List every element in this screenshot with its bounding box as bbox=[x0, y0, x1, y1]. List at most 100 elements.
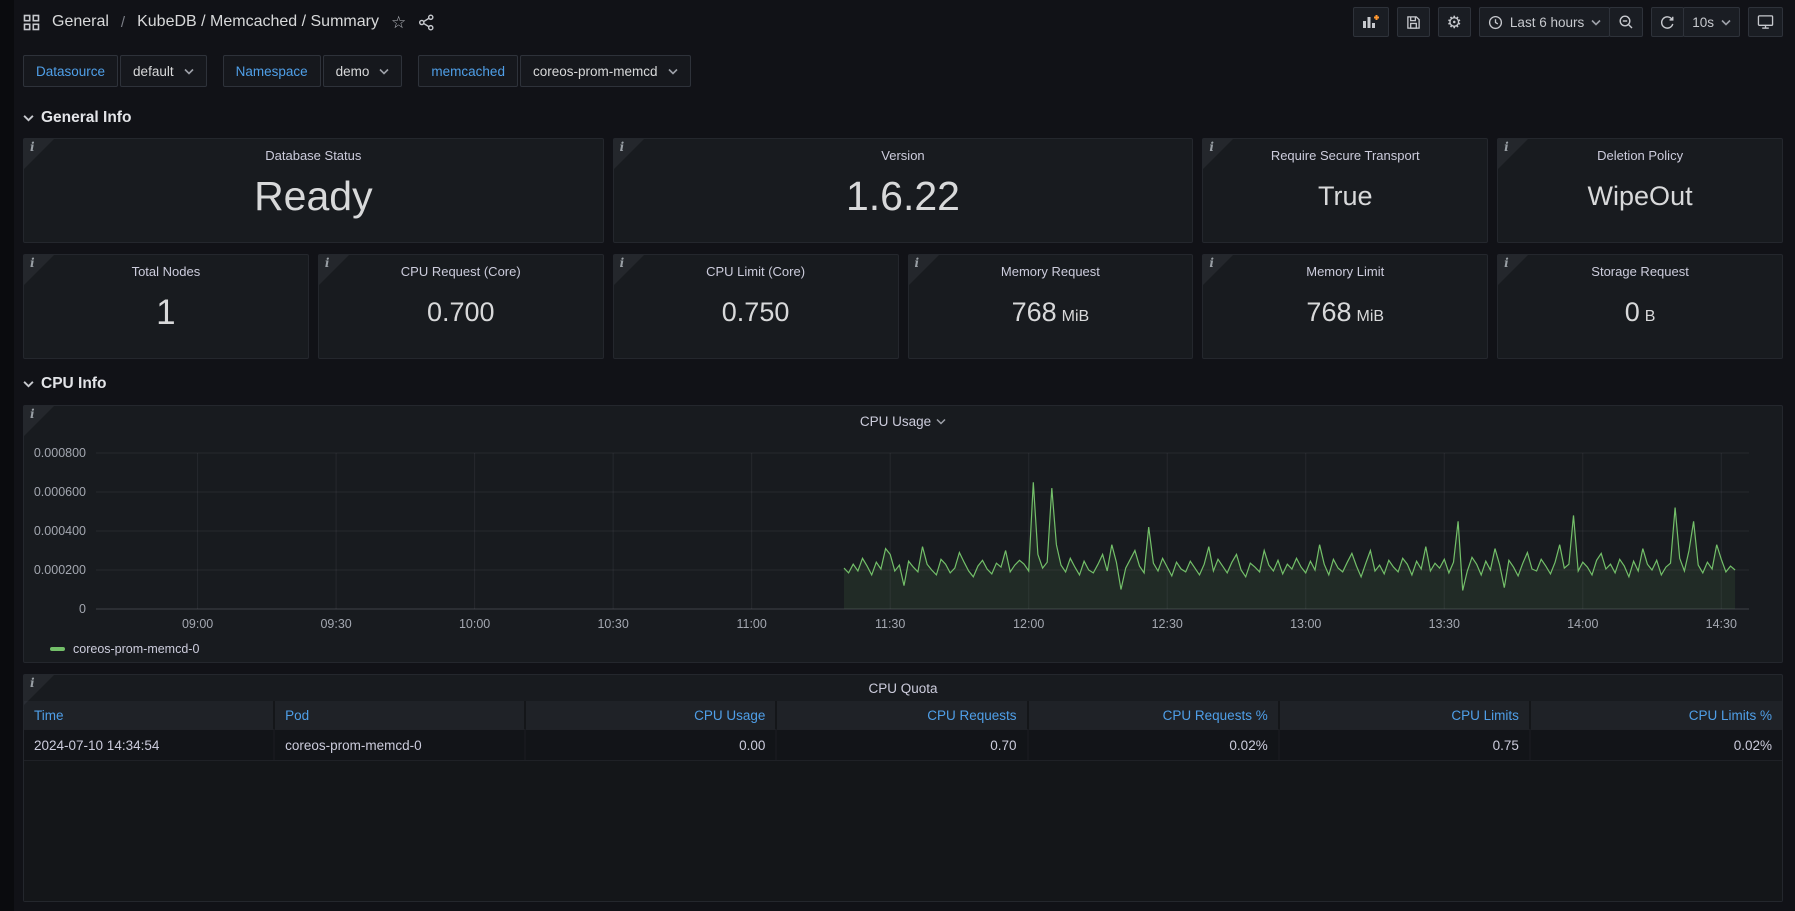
stat-value: 768MiB bbox=[1012, 297, 1090, 328]
table-empty-area bbox=[24, 760, 1782, 901]
stat-value: WipeOut bbox=[1588, 181, 1693, 212]
panel-info-icon[interactable] bbox=[1203, 139, 1233, 169]
axis-tick-label: 0.000400 bbox=[34, 524, 86, 538]
axis-tick-label: 13:30 bbox=[1429, 617, 1460, 631]
column-header-cpu-requests-[interactable]: CPU Requests % bbox=[1029, 701, 1280, 729]
table-cell: 2024-07-10 14:34:54 bbox=[24, 729, 275, 760]
axis-tick-label: 10:30 bbox=[597, 617, 628, 631]
table-cell: coreos-prom-memcd-0 bbox=[275, 729, 526, 760]
column-header-cpu-limits[interactable]: CPU Limits bbox=[1280, 701, 1531, 729]
refresh-interval-picker[interactable]: 10s bbox=[1683, 7, 1740, 37]
dashboard-title[interactable]: KubeDB / Memcached / Summary bbox=[137, 13, 379, 31]
panel-info-icon[interactable] bbox=[614, 255, 644, 285]
axis-tick-label: 11:30 bbox=[875, 617, 905, 631]
panel-header: CPU Usage bbox=[24, 406, 1782, 436]
stat-value: 1 bbox=[156, 293, 175, 333]
refresh-button[interactable] bbox=[1651, 7, 1684, 37]
column-header-cpu-requests[interactable]: CPU Requests bbox=[777, 701, 1028, 729]
breadcrumb-folder[interactable]: General bbox=[52, 13, 109, 31]
variable-namespace: Namespacedemo bbox=[223, 55, 403, 87]
column-header-cpu-usage[interactable]: CPU Usage bbox=[526, 701, 777, 729]
column-header-time[interactable]: Time bbox=[24, 701, 275, 729]
stat-title: Version bbox=[614, 139, 1193, 163]
stat-value-unit: MiB bbox=[1356, 308, 1384, 326]
table-cell: 0.75 bbox=[1280, 729, 1531, 760]
variable-memcached: memcachedcoreos-prom-memcd bbox=[418, 55, 690, 87]
axis-tick-label: 09:00 bbox=[182, 617, 213, 631]
panel-info-icon[interactable] bbox=[24, 675, 54, 705]
chevron-down-icon bbox=[668, 68, 678, 75]
axis-tick-label: 13:00 bbox=[1290, 617, 1321, 631]
template-variables-row: Datasourcedefault Namespacedemo memcachedc… bbox=[23, 55, 1783, 87]
stat-panel-database-status: iDatabase StatusReady bbox=[23, 138, 604, 243]
column-header-cpu-limits-[interactable]: CPU Limits % bbox=[1531, 701, 1782, 729]
legend-item[interactable]: coreos-prom-memcd-0 bbox=[24, 636, 1782, 662]
stat-panel-require-secure-transport: iRequire Secure Transport True bbox=[1202, 138, 1488, 243]
save-dashboard-button[interactable] bbox=[1397, 7, 1430, 37]
table-body: 2024-07-10 14:34:54coreos-prom-memcd-0 0.… bbox=[24, 729, 1782, 760]
stat-title: Require Secure Transport bbox=[1203, 139, 1487, 163]
refresh-icon bbox=[1660, 15, 1675, 30]
variable-value-dropdown[interactable]: default bbox=[120, 55, 207, 87]
variable-label: memcached bbox=[418, 55, 518, 87]
panel-info-icon[interactable] bbox=[24, 406, 54, 436]
cpu-quota-panel: i CPU Quota TimePodCPU UsageCPU Requests… bbox=[23, 674, 1783, 902]
info-i-glyph: i bbox=[30, 140, 35, 154]
add-panel-button[interactable] bbox=[1353, 7, 1389, 37]
stat-title: Total Nodes bbox=[24, 255, 308, 279]
panel-info-icon[interactable] bbox=[24, 139, 54, 169]
dashboard-settings-button[interactable]: ⚙ bbox=[1438, 7, 1471, 37]
panel-info-icon[interactable] bbox=[909, 255, 939, 285]
zoom-out-button[interactable] bbox=[1609, 7, 1643, 37]
section-general-info[interactable]: General Info bbox=[23, 109, 1783, 127]
axis-tick-label: 0.000200 bbox=[34, 563, 86, 577]
panel-info-icon[interactable] bbox=[319, 255, 349, 285]
clock-icon bbox=[1488, 15, 1503, 30]
stat-value: True bbox=[1318, 181, 1373, 212]
section-cpu-info[interactable]: CPU Info bbox=[23, 375, 1783, 393]
axis-tick-label: 12:00 bbox=[1013, 617, 1044, 631]
series-area-fill bbox=[844, 482, 1735, 609]
cpu-usage-plot[interactable]: 0.0008000.0006000.0004000.000200009:0009… bbox=[24, 436, 1782, 631]
apps-grid-icon[interactable] bbox=[23, 14, 40, 31]
cpu-usage-chart[interactable]: 0.0008000.0006000.0004000.000200009:0009… bbox=[24, 436, 1782, 636]
stat-value-number: 768 bbox=[1306, 297, 1351, 328]
breadcrumb-separator: / bbox=[121, 14, 125, 31]
legend-series-label: coreos-prom-memcd-0 bbox=[73, 642, 199, 656]
panel-info-icon[interactable] bbox=[24, 255, 54, 285]
stat-panel-version: iVersion1.6.22 bbox=[613, 138, 1194, 243]
table-header-row: TimePodCPU UsageCPU RequestsCPU Requests… bbox=[24, 701, 1782, 729]
stat-panel-total-nodes: iTotal Nodes1 bbox=[23, 254, 309, 359]
variable-value-dropdown[interactable]: coreos-prom-memcd bbox=[520, 55, 691, 87]
column-header-pod[interactable]: Pod bbox=[275, 701, 526, 729]
panel-title[interactable]: CPU Usage bbox=[860, 414, 931, 429]
axis-tick-label: 0.000800 bbox=[34, 446, 86, 460]
time-range-label: Last 6 hours bbox=[1510, 15, 1584, 30]
stats-row-2: iTotal Nodes1iCPU Request (Core)0.700iCP… bbox=[23, 254, 1783, 359]
share-icon[interactable] bbox=[418, 14, 435, 31]
stat-title: Deletion Policy bbox=[1498, 139, 1782, 163]
stat-title: CPU Request (Core) bbox=[319, 255, 603, 279]
stat-panel-storage-request: iStorage Request0B bbox=[1497, 254, 1783, 359]
stat-value-number: 768 bbox=[1012, 297, 1057, 328]
variable-label: Namespace bbox=[223, 55, 321, 87]
variable-value-dropdown[interactable]: demo bbox=[323, 55, 403, 87]
panel-info-icon[interactable] bbox=[614, 139, 644, 169]
cpu-usage-panel: i CPU Usage 0.0008000.0006000.0004000.00… bbox=[23, 405, 1783, 663]
tv-mode-button[interactable] bbox=[1748, 7, 1783, 37]
panel-info-icon[interactable] bbox=[1498, 255, 1528, 285]
variable-datasource: Datasourcedefault bbox=[23, 55, 207, 87]
star-icon[interactable]: ☆ bbox=[391, 14, 406, 31]
stat-value: Ready bbox=[254, 173, 373, 220]
panel-menu-chevron-icon[interactable] bbox=[936, 418, 946, 425]
time-range-picker[interactable]: Last 6 hours bbox=[1479, 7, 1610, 37]
info-i-glyph: i bbox=[1209, 140, 1214, 154]
section-title: CPU Info bbox=[41, 375, 106, 393]
info-i-glyph: i bbox=[915, 256, 920, 270]
panel-info-icon[interactable] bbox=[1203, 255, 1233, 285]
info-i-glyph: i bbox=[1504, 140, 1509, 154]
panel-info-icon[interactable] bbox=[1498, 139, 1528, 169]
breadcrumb: General / KubeDB / Memcached / Summary ☆ bbox=[23, 13, 435, 31]
stat-title: Memory Limit bbox=[1203, 255, 1487, 279]
info-i-glyph: i bbox=[1504, 256, 1509, 270]
